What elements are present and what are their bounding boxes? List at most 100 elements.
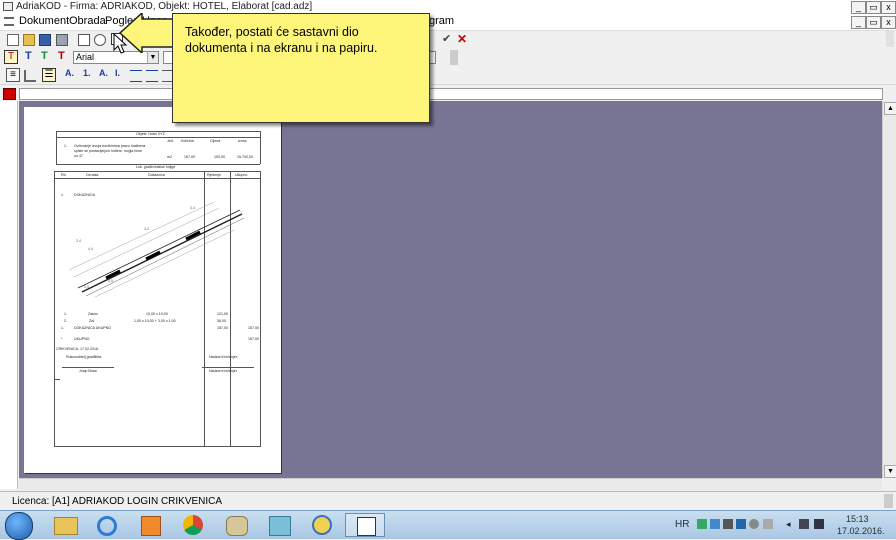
list-alpha-upper[interactable]: A. bbox=[65, 68, 74, 78]
close-button[interactable]: x bbox=[881, 1, 896, 14]
color-bar bbox=[0, 85, 896, 101]
doc-row-4-num: * bbox=[61, 337, 63, 341]
text-color-swatch[interactable] bbox=[3, 88, 16, 100]
tray-icon-5[interactable] bbox=[749, 519, 759, 529]
print-icon[interactable] bbox=[56, 34, 68, 46]
doc-row-2-num: 2. bbox=[64, 319, 67, 323]
status-overflow[interactable] bbox=[884, 494, 893, 508]
open-folder-icon[interactable] bbox=[23, 34, 35, 46]
explorer-taskbar-icon[interactable] bbox=[44, 513, 84, 537]
licence-text: Licenca: [A1] ADRIAKOD LOGIN CRIKVENICA bbox=[12, 496, 223, 507]
toolbar-overflow[interactable] bbox=[886, 31, 894, 47]
doc-th-rjesenje: Rješenje bbox=[207, 173, 221, 177]
tray-icon-2[interactable] bbox=[710, 519, 720, 529]
doc-sign-left-name: Josip Bosa bbox=[79, 369, 97, 373]
mdi-close-button[interactable]: x bbox=[881, 16, 896, 29]
clock-time[interactable]: 15:13 bbox=[846, 514, 869, 524]
menu-program[interactable]: gram bbox=[429, 15, 454, 27]
number-list-icon[interactable] bbox=[146, 70, 158, 82]
drawing-label-4: 3,4 bbox=[190, 206, 195, 210]
tray-icon-1[interactable] bbox=[697, 519, 707, 529]
horizontal-ruler bbox=[19, 88, 883, 100]
toolbar-overflow[interactable] bbox=[450, 50, 458, 65]
document-page[interactable]: Objekt: Hotel XYZ Jed. Količina Cijena I… bbox=[24, 107, 281, 473]
doc-row-1-num: 1. bbox=[64, 312, 67, 316]
list-numbered[interactable]: 1. bbox=[83, 68, 91, 78]
doc-th-ukupno: Ukupno bbox=[235, 173, 248, 177]
save-icon[interactable] bbox=[39, 34, 51, 46]
callout-text: Također, postati će sastavni dio dokumen… bbox=[185, 25, 378, 55]
doc-th-rb: Rb. bbox=[61, 173, 67, 177]
mdi-minimize-button[interactable]: _ bbox=[851, 16, 866, 29]
doc-row-4-name: UKUPNO bbox=[74, 337, 90, 341]
doc-row-3-num: 1. bbox=[61, 326, 64, 330]
scroll-up-button[interactable]: ▲ bbox=[884, 102, 896, 115]
document-menu-icon[interactable] bbox=[4, 17, 14, 26]
text-style-button-4[interactable]: T bbox=[58, 50, 65, 62]
doc-row-2-value: 36,00 bbox=[217, 319, 226, 323]
language-indicator[interactable]: HR bbox=[675, 519, 689, 530]
window-title: AdriaKOD - Firma: ADRIAKOD, Objekt: HOTE… bbox=[16, 1, 313, 12]
drawing-label-5: 0,5 bbox=[84, 285, 89, 289]
horizontal-scrollbar[interactable] bbox=[19, 478, 882, 490]
doc-item-qty: 157,00 bbox=[184, 155, 195, 159]
paragraph-toolbar: ≡ ☰ A. 1. A. I. bbox=[0, 66, 896, 85]
text-style-button-1[interactable]: T bbox=[4, 50, 18, 64]
delete-icon[interactable]: ✕ bbox=[457, 33, 469, 46]
print-preview-icon[interactable] bbox=[78, 34, 90, 46]
clock-date[interactable]: 17.02.2016. bbox=[837, 526, 885, 536]
bullet-list-icon[interactable] bbox=[130, 70, 142, 82]
doc-header-title: Objekt: Hotel XYZ bbox=[136, 132, 165, 136]
doc-row-1-name: Zakon bbox=[88, 312, 98, 316]
indent-icon[interactable] bbox=[24, 70, 36, 82]
vertical-ruler bbox=[0, 101, 18, 489]
zoom-icon[interactable] bbox=[94, 34, 106, 46]
restore-button[interactable]: ▭ bbox=[866, 1, 881, 14]
mouse-cursor-icon bbox=[113, 33, 128, 54]
show-hidden-icons[interactable]: ◂ bbox=[786, 519, 796, 529]
app-taskbar-icon[interactable] bbox=[259, 513, 299, 537]
doc-row-2-dims: 1,00 x 10,00 + 3,00 x 1,00 bbox=[134, 319, 176, 323]
minimize-button[interactable]: _ bbox=[851, 1, 866, 14]
tray-icon-3[interactable] bbox=[723, 519, 733, 529]
chevron-down-icon[interactable]: ▼ bbox=[147, 52, 158, 63]
list-alpha-upper-2[interactable]: A. bbox=[99, 68, 108, 78]
doc-place-date: CRIKVENICA, 17.02.2016. bbox=[56, 347, 99, 351]
compass-taskbar-icon[interactable] bbox=[302, 513, 342, 537]
paint-taskbar-icon[interactable] bbox=[216, 513, 256, 537]
doc-item-line-2: spiste se postacijeljom hofiere, mojjia … bbox=[74, 149, 143, 153]
tray-icon-6[interactable] bbox=[763, 519, 773, 529]
start-button[interactable] bbox=[5, 512, 33, 540]
status-bar: Licenca: [A1] ADRIAKOD LOGIN CRIKVENICA bbox=[0, 491, 896, 511]
mdi-restore-button[interactable]: ▭ bbox=[866, 16, 881, 29]
doc-row-3-name: DOKAZNICA UKUPNO bbox=[74, 326, 112, 330]
chrome-taskbar-icon[interactable] bbox=[173, 513, 213, 537]
doc-item-amount: 15.700,00 bbox=[237, 155, 253, 159]
text-style-button-2[interactable]: T bbox=[25, 50, 32, 62]
internet-explorer-taskbar-icon[interactable] bbox=[87, 513, 127, 537]
adriakod-taskbar-icon[interactable] bbox=[345, 513, 385, 537]
doc-item-line-1: Ovčuvanje izvoja bordižnima pravo mačlem… bbox=[74, 144, 146, 148]
doc-section-title: DOKAZNICA bbox=[74, 193, 95, 197]
app-icon bbox=[3, 2, 13, 11]
volume-icon[interactable] bbox=[814, 519, 824, 529]
check-icon[interactable]: ✔ bbox=[442, 34, 454, 46]
paragraph-icon[interactable]: ≡ bbox=[6, 68, 20, 82]
new-document-icon[interactable] bbox=[7, 34, 19, 46]
align-button[interactable]: ☰ bbox=[42, 68, 56, 82]
tray-icon-4[interactable] bbox=[736, 519, 746, 529]
font-select-value: Arial bbox=[76, 52, 95, 62]
doc-th-dokaznica: Dokaznica bbox=[148, 173, 165, 177]
doc-col-qty: Količina bbox=[181, 139, 194, 143]
scroll-down-button[interactable]: ▼ bbox=[884, 465, 896, 478]
menu-obrada[interactable]: Obrada bbox=[69, 15, 106, 27]
doc-row-3-value: 157,00 bbox=[217, 326, 228, 330]
menu-dokument[interactable]: Dokument bbox=[19, 15, 69, 27]
doc-item-line-3: uu 47 bbox=[74, 154, 83, 158]
media-player-taskbar-icon[interactable] bbox=[130, 513, 170, 537]
doc-sign-right-name: Nadzorni inženjer bbox=[209, 369, 237, 373]
text-style-button-3[interactable]: T bbox=[41, 50, 48, 62]
network-icon[interactable] bbox=[799, 519, 809, 529]
list-roman[interactable]: I. bbox=[115, 68, 120, 78]
vertical-scrollbar[interactable]: ▲ ▼ bbox=[882, 101, 896, 478]
